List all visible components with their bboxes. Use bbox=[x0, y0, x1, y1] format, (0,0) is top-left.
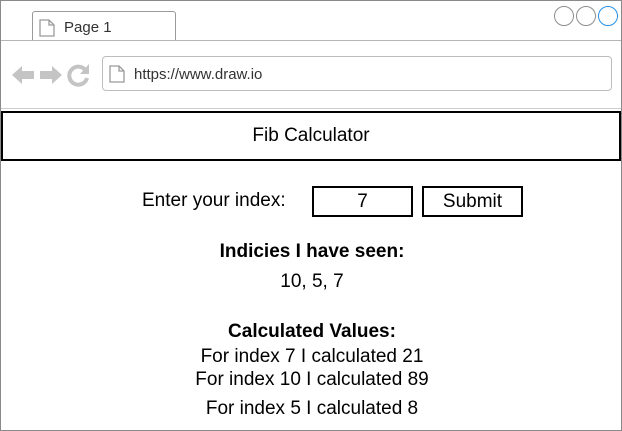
tab-label: Page 1 bbox=[64, 19, 112, 36]
reload-icon[interactable] bbox=[67, 63, 91, 87]
window-control-circle[interactable] bbox=[598, 6, 618, 26]
app-header: Fib Calculator bbox=[1, 111, 621, 161]
submit-button[interactable]: Submit bbox=[422, 186, 523, 217]
address-bar[interactable]: https://www.draw.io bbox=[102, 56, 612, 91]
chrome-divider bbox=[1, 108, 621, 109]
tab-divider bbox=[1, 40, 621, 41]
calculated-row: For index 10 I calculated 89 bbox=[195, 369, 429, 390]
seen-values: 10, 5, 7 bbox=[280, 271, 344, 292]
browser-window: Page 1 https://www.draw.io Fib Calculato… bbox=[0, 0, 622, 431]
back-arrow-icon[interactable] bbox=[11, 64, 35, 86]
page-title: Fib Calculator bbox=[252, 125, 370, 146]
window-controls bbox=[554, 6, 618, 26]
address-url: https://www.draw.io bbox=[134, 66, 263, 83]
seen-heading: Indicies I have seen: bbox=[219, 241, 405, 262]
calculated-row: For index 7 I calculated 21 bbox=[200, 346, 424, 367]
page-icon bbox=[39, 19, 55, 37]
page-icon bbox=[109, 65, 125, 83]
browser-tab[interactable]: Page 1 bbox=[32, 11, 176, 41]
index-input[interactable] bbox=[312, 186, 413, 217]
window-control-circle[interactable] bbox=[554, 6, 574, 26]
navigation-buttons bbox=[11, 63, 91, 87]
forward-arrow-icon[interactable] bbox=[39, 64, 63, 86]
calculated-row: For index 5 I calculated 8 bbox=[205, 398, 419, 419]
calculated-heading: Calculated Values: bbox=[228, 321, 396, 342]
index-label: Enter your index: bbox=[142, 190, 286, 211]
window-control-circle[interactable] bbox=[576, 6, 596, 26]
